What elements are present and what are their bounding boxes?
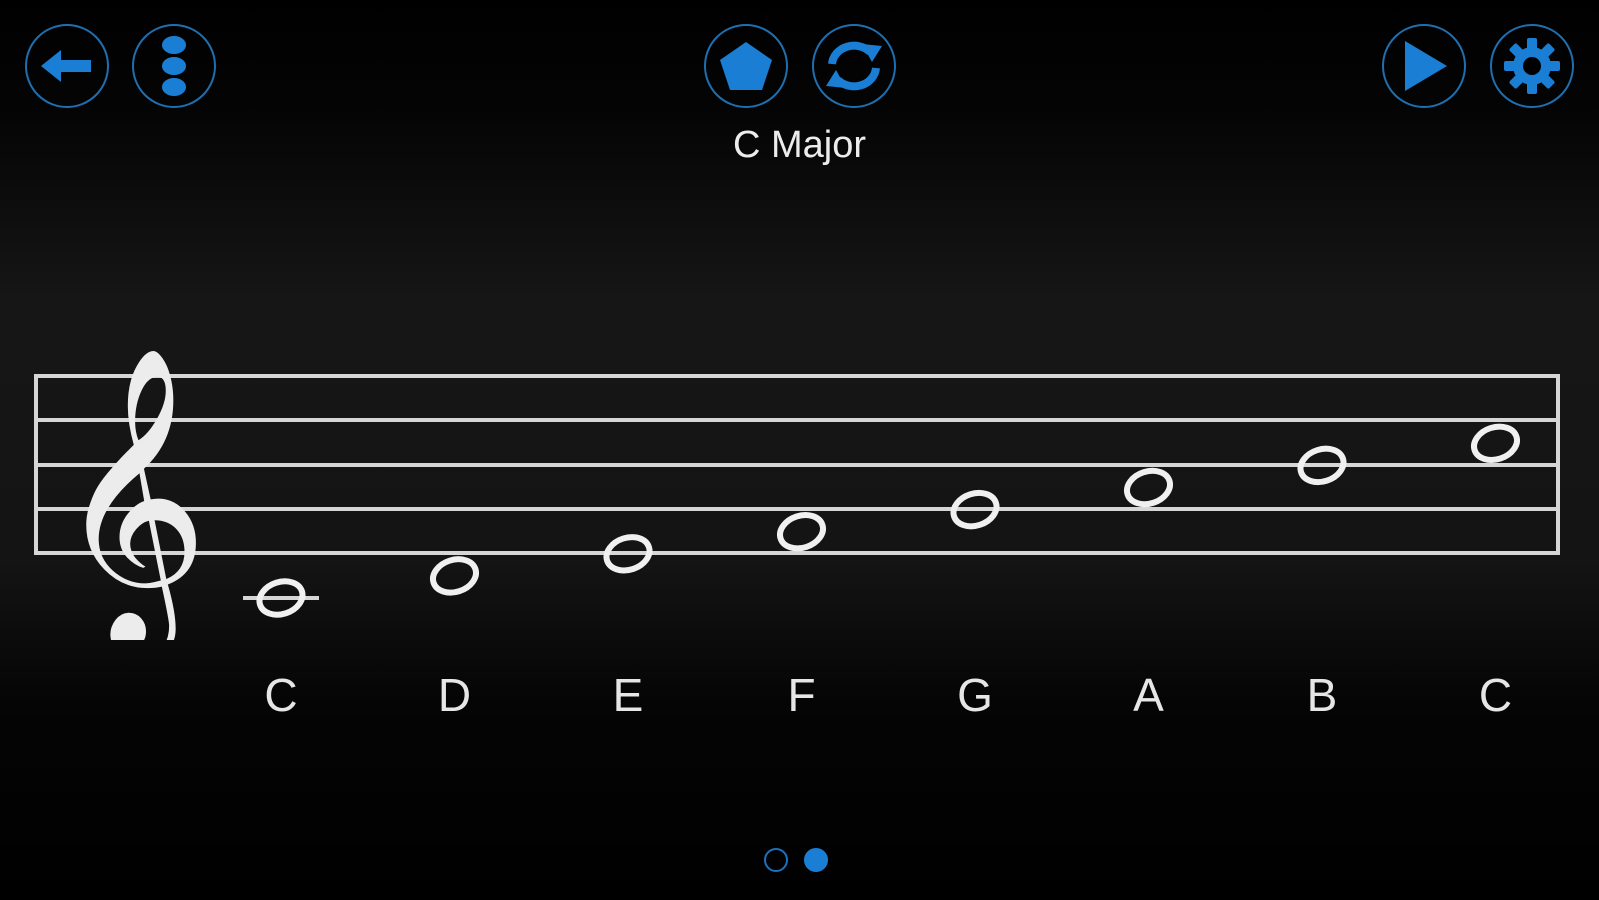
whole-note — [430, 556, 479, 596]
staff-lines — [34, 374, 1560, 555]
settings-button[interactable] — [1490, 24, 1574, 108]
page-dot-2[interactable] — [804, 848, 828, 872]
scale-type-button[interactable] — [704, 24, 788, 108]
note-head — [1471, 423, 1520, 463]
back-arrow-icon — [41, 50, 91, 82]
page-dot-1[interactable] — [764, 848, 788, 872]
note-head — [243, 578, 319, 618]
back-button[interactable] — [25, 24, 109, 108]
scale-title: C Major — [732, 124, 867, 166]
whole-note — [1471, 423, 1520, 463]
refresh-button[interactable] — [812, 24, 896, 108]
whole-note — [1124, 467, 1173, 508]
note-head — [430, 556, 479, 596]
menu-button[interactable] — [132, 24, 216, 108]
page-indicator — [764, 848, 828, 872]
note-label: A — [1133, 669, 1164, 721]
pentagon-icon — [720, 42, 772, 90]
gear-icon — [1504, 38, 1560, 94]
music-staff: 𝄞 — [34, 345, 1560, 640]
refresh-icon — [826, 41, 882, 91]
note-heads — [243, 423, 1520, 618]
note-label: F — [787, 669, 816, 721]
note-label: D — [437, 669, 472, 721]
note-head — [1124, 467, 1173, 508]
play-icon — [1405, 41, 1447, 91]
treble-clef-icon: 𝄞 — [55, 345, 209, 640]
whole-note — [777, 512, 826, 552]
note-label: C — [264, 669, 298, 721]
vertical-dots-icon — [162, 36, 186, 96]
note-head — [777, 512, 826, 552]
note-label: C — [1478, 669, 1513, 721]
note-label: B — [1306, 669, 1338, 721]
play-button[interactable] — [1382, 24, 1466, 108]
note-label: E — [612, 669, 644, 721]
note-label: G — [957, 669, 993, 721]
